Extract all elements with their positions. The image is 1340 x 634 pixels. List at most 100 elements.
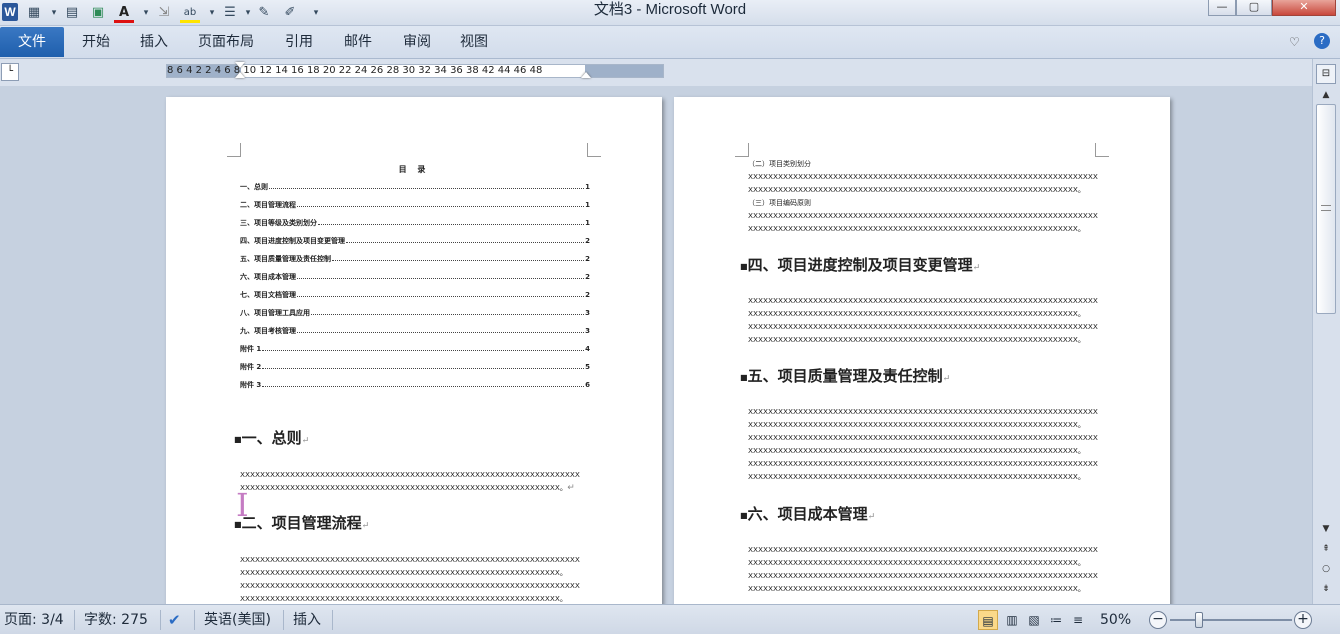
tab-insert[interactable]: 插入 bbox=[140, 27, 168, 57]
subheading-coding[interactable]: （三）项目编码原则 bbox=[748, 197, 811, 209]
zoom-slider[interactable] bbox=[1170, 619, 1292, 621]
toc-entry[interactable]: 附件 14 bbox=[240, 344, 590, 354]
body-text-line[interactable]: XXXXXXXXXXXXXXXXXXXXXXXXXXXXXXXXXXXXXXXX… bbox=[748, 308, 1100, 320]
body-text-line[interactable]: XXXXXXXXXXXXXXXXXXXXXXXXXXXXXXXXXXXXXXXX… bbox=[748, 557, 1100, 569]
right-indent-marker[interactable] bbox=[581, 72, 591, 78]
toc-entry[interactable]: 六、项目成本管理 2 bbox=[240, 272, 590, 282]
merge-icon[interactable]: ⇲ bbox=[154, 3, 174, 23]
next-page-icon[interactable]: ⇟ bbox=[1316, 581, 1336, 597]
body-text-line[interactable]: XXXXXXXXXXXXXXXXXXXXXXXXXXXXXXXXXXXXXXXX… bbox=[240, 593, 592, 604]
tab-references[interactable]: 引用 bbox=[285, 27, 313, 57]
page-left[interactable]: 目 录 一、总则 1 二、项目管理流程 1 三、项目等级及类别划分 1 四、项目进度控制及项… bbox=[166, 97, 662, 604]
toc-entry[interactable]: 九、项目考核管理 3 bbox=[240, 326, 590, 336]
toc-entry[interactable]: 八、项目管理工具应用 3 bbox=[240, 308, 590, 318]
body-text-line[interactable]: XXXXXXXXXXXXXXXXXXXXXXXXXXXXXXXXXXXXXXXX… bbox=[748, 295, 1100, 307]
body-text-line[interactable]: XXXXXXXXXXXXXXXXXXXXXXXXXXXXXXXXXXXXXXXX… bbox=[748, 210, 1100, 222]
body-text-line[interactable]: XXXXXXXXXXXXXXXXXXXXXXXXXXXXXXXXXXXXXXXX… bbox=[748, 321, 1100, 333]
tab-home[interactable]: 开始 bbox=[82, 27, 110, 57]
word-count[interactable]: 字数: 275 bbox=[84, 609, 148, 631]
proofing-icon[interactable]: ✔ bbox=[168, 609, 181, 631]
minimize-ribbon-icon[interactable]: ♡ bbox=[1289, 35, 1300, 49]
body-text-line[interactable]: XXXXXXXXXXXXXXXXXXXXXXXXXXXXXXXXXXXXXXXX… bbox=[748, 406, 1100, 418]
tab-page-layout[interactable]: 页面布局 bbox=[198, 27, 254, 57]
table-icon[interactable]: ▦ bbox=[24, 3, 44, 23]
toc-entry[interactable]: 一、总则 1 bbox=[240, 182, 590, 192]
toc-entry[interactable]: 五、项目质量管理及责任控制 2 bbox=[240, 254, 590, 264]
first-line-indent-marker[interactable] bbox=[235, 62, 245, 68]
scroll-thumb[interactable] bbox=[1316, 104, 1336, 314]
toc-entry[interactable]: 七、项目文档管理 2 bbox=[240, 290, 590, 300]
close-button[interactable]: ✕ bbox=[1272, 0, 1336, 16]
page-count[interactable]: 页面: 3/4 bbox=[4, 609, 64, 631]
body-text-line[interactable]: XXXXXXXXXXXXXXXXXXXXXXXXXXXXXXXXXXXXXXXX… bbox=[748, 171, 1100, 183]
line-spacing-icon[interactable]: ☰ bbox=[220, 3, 240, 23]
subheading-category[interactable]: （二）项目类别划分 bbox=[748, 158, 811, 170]
dropdown-icon[interactable]: ▾ bbox=[202, 3, 222, 23]
toc-entry[interactable]: 附件 25 bbox=[240, 362, 590, 372]
form-icon[interactable]: ▤ bbox=[62, 3, 82, 23]
draft-icon[interactable]: ≡ bbox=[1068, 610, 1088, 630]
body-text-line[interactable]: XXXXXXXXXXXXXXXXXXXXXXXXXXXXXXXXXXXXXXXX… bbox=[240, 580, 592, 592]
body-text-line[interactable]: XXXXXXXXXXXXXXXXXXXXXXXXXXXXXXXXXXXXXXXX… bbox=[240, 482, 592, 494]
body-text-line[interactable]: XXXXXXXXXXXXXXXXXXXXXXXXXXXXXXXXXXXXXXXX… bbox=[240, 567, 592, 579]
language[interactable]: 英语(美国) bbox=[204, 609, 271, 631]
highlight-icon[interactable]: ab bbox=[180, 3, 200, 23]
previous-page-icon[interactable]: ⇞ bbox=[1316, 541, 1336, 557]
font-color-icon[interactable]: A bbox=[114, 3, 134, 23]
zoom-level[interactable]: 50% bbox=[1100, 609, 1131, 631]
toc-entry[interactable]: 附件 36 bbox=[240, 380, 590, 390]
outline-icon[interactable]: ≔ bbox=[1046, 610, 1066, 630]
customize-qat-icon[interactable]: ▾ bbox=[306, 3, 326, 23]
edit-icon[interactable]: ✐ bbox=[280, 3, 300, 23]
web-layout-icon[interactable]: ▧ bbox=[1024, 610, 1044, 630]
tab-stop-selector[interactable]: └ bbox=[1, 63, 19, 81]
page-right[interactable]: （二）项目类别划分 XXXXXXXXXXXXXXXXXXXXXXXXXXXXXX… bbox=[674, 97, 1170, 604]
tab-review[interactable]: 审阅 bbox=[403, 27, 431, 57]
vertical-scrollbar[interactable]: ⊟ ▲ ▼ ⇞ ○ ⇟ bbox=[1312, 59, 1340, 604]
body-text-line[interactable]: XXXXXXXXXXXXXXXXXXXXXXXXXXXXXXXXXXXXXXXX… bbox=[240, 469, 592, 481]
hanging-indent-marker[interactable] bbox=[235, 72, 245, 78]
image-icon[interactable]: ▣ bbox=[88, 3, 108, 23]
word-app-icon[interactable]: W bbox=[2, 3, 18, 21]
tab-mailings[interactable]: 邮件 bbox=[344, 27, 372, 57]
zoom-slider-thumb[interactable] bbox=[1195, 612, 1203, 628]
help-icon[interactable]: ? bbox=[1314, 33, 1330, 49]
heading-project-process[interactable]: ■二、项目管理流程↵ bbox=[234, 513, 369, 536]
print-layout-icon[interactable]: ▤ bbox=[978, 610, 998, 630]
body-text-line[interactable]: XXXXXXXXXXXXXXXXXXXXXXXXXXXXXXXXXXXXXXXX… bbox=[748, 334, 1100, 346]
heading-quality-management[interactable]: ■五、项目质量管理及责任控制↵ bbox=[740, 366, 950, 389]
insert-mode[interactable]: 插入 bbox=[293, 609, 321, 631]
heading-cost-management[interactable]: ■六、项目成本管理↵ bbox=[740, 504, 875, 527]
full-screen-reading-icon[interactable]: ▥ bbox=[1002, 610, 1022, 630]
tab-view[interactable]: 视图 bbox=[460, 27, 488, 57]
body-text-line[interactable]: XXXXXXXXXXXXXXXXXXXXXXXXXXXXXXXXXXXXXXXX… bbox=[748, 432, 1100, 444]
scroll-up-icon[interactable]: ▲ bbox=[1316, 87, 1336, 103]
scroll-down-icon[interactable]: ▼ bbox=[1316, 521, 1336, 537]
heading-schedule-control[interactable]: ■四、项目进度控制及项目变更管理↵ bbox=[740, 255, 980, 278]
tab-file[interactable]: 文件 bbox=[0, 27, 64, 57]
body-text-line[interactable]: XXXXXXXXXXXXXXXXXXXXXXXXXXXXXXXXXXXXXXXX… bbox=[748, 570, 1100, 582]
edit-icon[interactable]: ✎ bbox=[254, 3, 274, 23]
view-ruler-icon[interactable]: ⊟ bbox=[1316, 64, 1336, 84]
body-text-line[interactable]: XXXXXXXXXXXXXXXXXXXXXXXXXXXXXXXXXXXXXXXX… bbox=[748, 223, 1100, 235]
maximize-button[interactable]: ▢ bbox=[1236, 0, 1272, 16]
dropdown-icon[interactable]: ▾ bbox=[44, 3, 64, 23]
zoom-out-icon[interactable]: − bbox=[1149, 611, 1167, 629]
minimize-button[interactable]: — bbox=[1208, 0, 1236, 16]
body-text-line[interactable]: XXXXXXXXXXXXXXXXXXXXXXXXXXXXXXXXXXXXXXXX… bbox=[748, 458, 1100, 470]
toc-entry[interactable]: 三、项目等级及类别划分 1 bbox=[240, 218, 590, 228]
dropdown-icon[interactable]: ▾ bbox=[136, 3, 156, 23]
body-text-line[interactable]: XXXXXXXXXXXXXXXXXXXXXXXXXXXXXXXXXXXXXXXX… bbox=[240, 554, 592, 566]
body-text-line[interactable]: XXXXXXXXXXXXXXXXXXXXXXXXXXXXXXXXXXXXXXXX… bbox=[748, 184, 1100, 196]
body-text-line[interactable]: XXXXXXXXXXXXXXXXXXXXXXXXXXXXXXXXXXXXXXXX… bbox=[748, 544, 1100, 556]
body-text-line[interactable]: XXXXXXXXXXXXXXXXXXXXXXXXXXXXXXXXXXXXXXXX… bbox=[748, 583, 1100, 595]
document-area[interactable]: 目 录 一、总则 1 二、项目管理流程 1 三、项目等级及类别划分 1 四、项目进度控制及项… bbox=[0, 86, 1312, 604]
browse-object-icon[interactable]: ○ bbox=[1316, 561, 1336, 577]
body-text-line[interactable]: XXXXXXXXXXXXXXXXXXXXXXXXXXXXXXXXXXXXXXXX… bbox=[748, 419, 1100, 431]
zoom-in-icon[interactable]: + bbox=[1294, 611, 1312, 629]
heading-general[interactable]: ■一、总则↵ bbox=[234, 428, 309, 451]
body-text-line[interactable]: XXXXXXXXXXXXXXXXXXXXXXXXXXXXXXXXXXXXXXXX… bbox=[748, 445, 1100, 457]
toc-entry[interactable]: 二、项目管理流程 1 bbox=[240, 200, 590, 210]
body-text-line[interactable]: XXXXXXXXXXXXXXXXXXXXXXXXXXXXXXXXXXXXXXXX… bbox=[748, 471, 1100, 483]
toc-entry[interactable]: 四、项目进度控制及项目变更管理 2 bbox=[240, 236, 590, 246]
